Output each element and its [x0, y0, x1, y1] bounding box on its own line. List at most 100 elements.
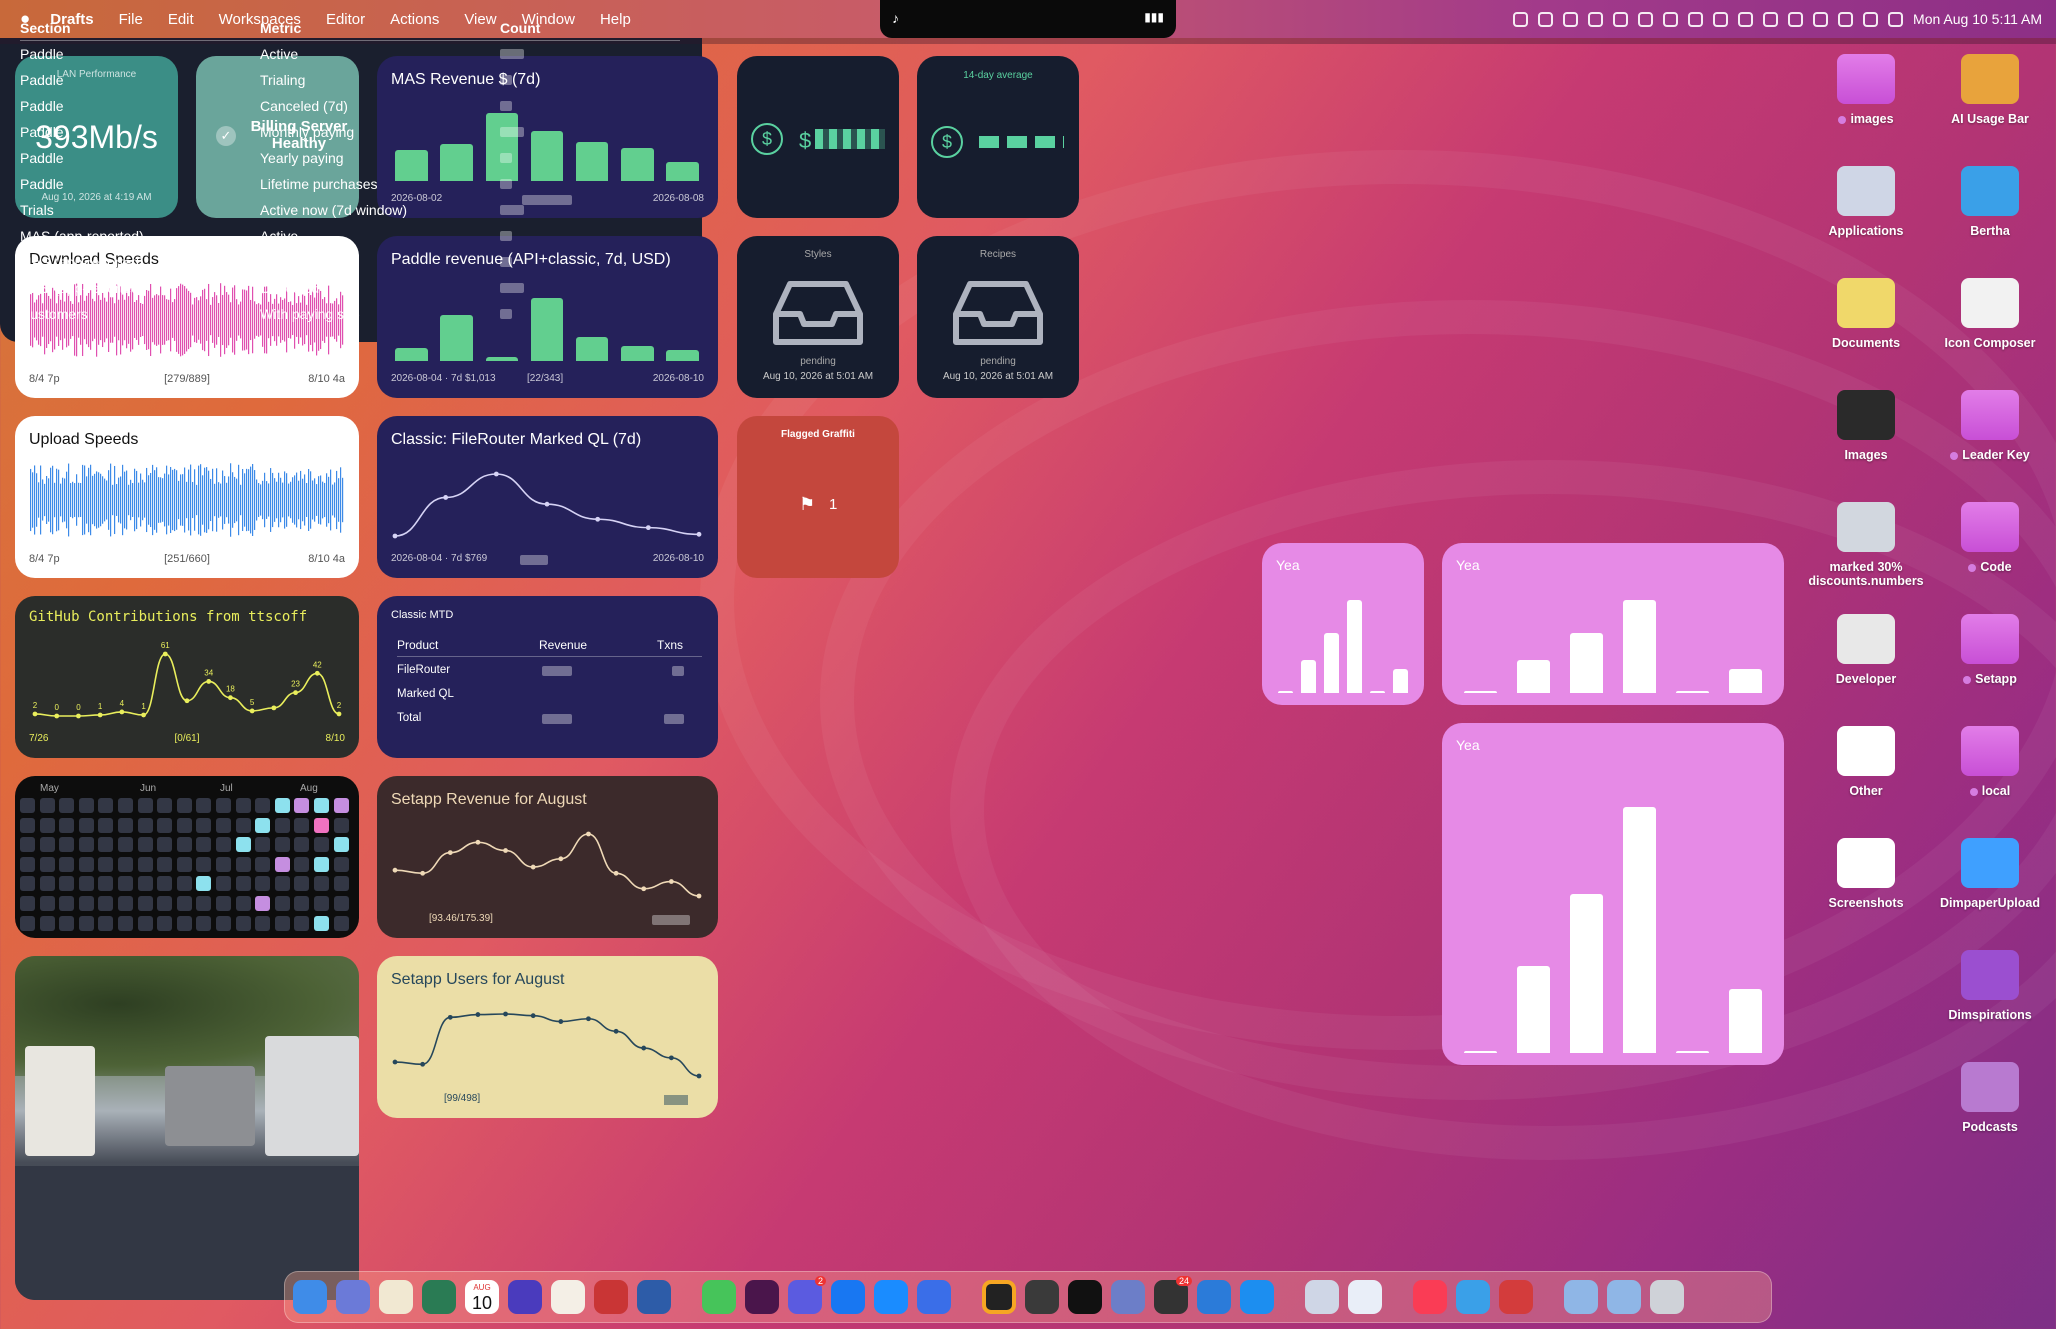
downloads-stack-icon[interactable] — [1607, 1280, 1641, 1314]
desktop-icon-dimpaperupload[interactable]: DimpaperUpload — [1925, 838, 2055, 910]
desktop-icon-code[interactable]: Code — [1925, 502, 2055, 574]
desktop-icon-bertha[interactable]: Bertha — [1925, 166, 2055, 238]
ring-app-icon[interactable] — [982, 1280, 1016, 1314]
yea-large-card[interactable]: Yea — [1442, 723, 1784, 1065]
classic-mtd-card[interactable]: Classic MTD Product Revenue Txns FileRou… — [377, 596, 718, 758]
desktop-icon-icon-composer[interactable]: Icon Composer — [1925, 278, 2055, 350]
menu-extra-icon[interactable] — [1863, 11, 1879, 27]
calendar-day-cell — [118, 837, 133, 853]
menu-extra-icon[interactable] — [1563, 11, 1579, 27]
menu-extra-icon[interactable] — [1663, 11, 1679, 27]
setapp-revenue-card[interactable]: Setapp Revenue for August [93.46/175.39] — [377, 776, 718, 938]
clock[interactable]: Mon Aug 10 5:11 AM — [1913, 11, 2042, 27]
marked-icon[interactable] — [1456, 1280, 1490, 1314]
calendar-day-cell — [235, 798, 251, 813]
notebook-icon[interactable] — [379, 1280, 413, 1314]
folder-stack-icon[interactable] — [1564, 1280, 1598, 1314]
finder-icon[interactable] — [293, 1280, 327, 1314]
butterfly-icon[interactable] — [874, 1280, 908, 1314]
flagged-graffiti-card[interactable]: Flagged Graffiti ⚑ 1 — [737, 416, 899, 578]
file-icon — [1837, 614, 1895, 664]
desktop-icon-other[interactable]: Other — [1801, 726, 1931, 798]
menu-extra-icon[interactable] — [1788, 11, 1804, 27]
square-app-icon[interactable] — [637, 1280, 671, 1314]
desktop-icon-dimspirations[interactable]: Dimspirations — [1925, 950, 2055, 1022]
calendar-day-cell — [59, 915, 75, 931]
desktop-icon-screenshots[interactable]: Screenshots — [1801, 838, 1931, 910]
menu-extra-icon[interactable] — [1713, 11, 1729, 27]
data-point — [696, 893, 702, 899]
yea-small-card[interactable]: Yea — [1262, 543, 1424, 705]
vscode-icon[interactable] — [1197, 1280, 1231, 1314]
control-center-icon[interactable] — [1888, 11, 1904, 27]
menu-extra-icon[interactable] — [1638, 11, 1654, 27]
menu-extra-icon[interactable] — [1588, 11, 1604, 27]
dollar-card-1[interactable]: $ $ — [737, 56, 899, 218]
xcode-icon[interactable] — [1240, 1280, 1274, 1314]
messages-icon[interactable] — [702, 1280, 736, 1314]
menu-extra-icon[interactable] — [1688, 11, 1704, 27]
dollar-average-card[interactable]: 14-day average $ — [917, 56, 1079, 218]
shield-app-icon[interactable] — [422, 1280, 456, 1314]
desktop-icon-setapp[interactable]: Setapp — [1925, 614, 2055, 686]
desktop-icon-marked-30-discounts-numbers[interactable]: marked 30% discounts.numbers — [1801, 502, 1931, 588]
desktop-icon-images[interactable]: Images — [1801, 390, 1931, 462]
desktop-icon-images[interactable]: images — [1801, 54, 1931, 126]
preview-icon[interactable] — [1305, 1280, 1339, 1314]
label-text: Code — [1980, 560, 2012, 574]
slack-icon[interactable] — [745, 1280, 779, 1314]
chat-bubble-icon[interactable] — [917, 1280, 951, 1314]
code-app-icon[interactable]: 2 — [788, 1276, 826, 1314]
desktop-icon-leader-key[interactable]: Leader Key — [1925, 390, 2055, 462]
upload-speeds-card[interactable]: Upload Speeds 8/4 7p [251/660] 8/10 4a — [15, 416, 359, 578]
desktop-icon-local[interactable]: local — [1925, 726, 2055, 798]
desktop-icon-ai-usage-bar[interactable]: AI Usage Bar — [1925, 54, 2055, 126]
photo-card[interactable] — [15, 956, 359, 1300]
typewriter-icon[interactable] — [551, 1280, 585, 1314]
yea-wide-card[interactable]: Yea — [1442, 543, 1784, 705]
menu-extra-icon[interactable] — [1838, 11, 1854, 27]
waveform-bar — [170, 466, 172, 534]
mail-icon[interactable] — [336, 1280, 370, 1314]
calendar-day-cell — [176, 837, 192, 853]
terminal-icon[interactable] — [1068, 1280, 1102, 1314]
music-note-icon[interactable]: ♪ — [892, 10, 899, 26]
menu-extra-icon[interactable] — [1538, 11, 1554, 27]
subscription-stats-card[interactable]: Section Metric Count Paddle Active Paddle T… — [0, 0, 702, 342]
basket-app-icon[interactable] — [1111, 1280, 1145, 1314]
menu-extra-icon[interactable] — [1738, 11, 1754, 27]
menu-extra-icon[interactable] — [1813, 11, 1829, 27]
github-contributions-card[interactable]: GitHub Contributions from ttscoff 2 0 0 1 4 1… — [15, 596, 359, 758]
calendar-icon[interactable]: AUG 10 — [465, 1280, 499, 1314]
audio-level-icon[interactable]: ▮▮▮ — [1144, 10, 1164, 24]
redacted-value — [542, 666, 572, 676]
styles-card[interactable]: Styles pending Aug 10, 2026 at 5:01 AM — [737, 236, 899, 398]
yea-label: Yea — [1276, 557, 1300, 573]
box-app-icon[interactable]: 24 — [1154, 1276, 1192, 1314]
desktop-icon-applications[interactable]: Applications — [1801, 166, 1931, 238]
waveform-bar — [304, 474, 306, 526]
waveform-bar — [196, 484, 198, 516]
mountain-app-icon[interactable] — [594, 1280, 628, 1314]
waveform-bar — [336, 470, 338, 530]
waveform-bar — [204, 467, 206, 533]
desktop-icon-documents[interactable]: Documents — [1801, 278, 1931, 350]
desktop-icon-label: local — [1925, 784, 2055, 798]
menu-extra-icon[interactable] — [1613, 11, 1629, 27]
phone-app-icon[interactable] — [1348, 1280, 1382, 1314]
markdown-icon[interactable] — [1499, 1280, 1533, 1314]
todo-icon[interactable] — [508, 1280, 542, 1314]
desktop-icon-podcasts[interactable]: Podcasts — [1925, 1062, 2055, 1134]
setapp-users-card[interactable]: Setapp Users for August [99/498] — [377, 956, 718, 1118]
menu-extra-icon[interactable] — [1763, 11, 1779, 27]
menu-extra-icon[interactable] — [1513, 11, 1529, 27]
contribution-calendar-card[interactable]: May Jun Jul Aug — [15, 776, 359, 938]
desktop-icon-developer[interactable]: Developer — [1801, 614, 1931, 686]
stats-section: MAS (app-reported) — [20, 253, 144, 270]
classic-filerouter-card[interactable]: Classic: FileRouter Marked QL (7d) 2026-… — [377, 416, 718, 578]
server-app-icon[interactable] — [1025, 1280, 1059, 1314]
trash-icon[interactable] — [1650, 1280, 1684, 1314]
recipes-card[interactable]: Recipes pending Aug 10, 2026 at 5:01 AM — [917, 236, 1079, 398]
facebook-icon[interactable] — [831, 1280, 865, 1314]
music-icon[interactable] — [1413, 1280, 1447, 1314]
